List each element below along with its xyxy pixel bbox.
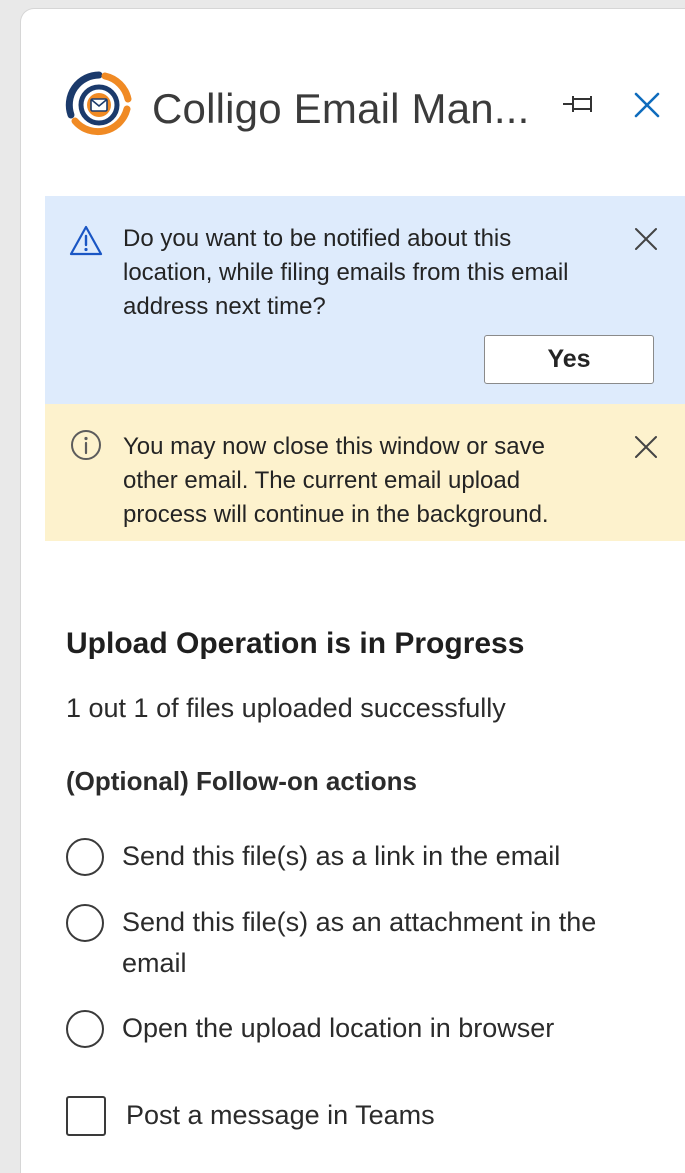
checkbox[interactable] [66, 1096, 106, 1136]
panel-header: Colligo Email Man... [21, 9, 685, 199]
notify-banner-text: Do you want to be notified about this lo… [123, 225, 569, 320]
send-as-link-option[interactable]: Send this file(s) as a link in the email [66, 836, 666, 878]
colligo-logo-icon [65, 71, 132, 136]
yes-button[interactable]: Yes [484, 335, 654, 384]
option-label: Send this file(s) as an attachment in th… [122, 907, 597, 978]
option-label: Send this file(s) as a link in the email [122, 841, 561, 871]
close-icon[interactable] [633, 434, 659, 460]
close-icon[interactable] [633, 226, 659, 252]
warning-icon [69, 225, 103, 256]
upload-heading: Upload Operation is in Progress [66, 627, 525, 660]
send-as-attachment-option[interactable]: Send this file(s) as an attachment in th… [66, 902, 666, 986]
info-banner: You may now close this window or save ot… [45, 404, 685, 541]
upload-status: 1 out 1 of files uploaded successfully [66, 693, 506, 723]
pin-icon[interactable] [561, 92, 597, 116]
radio-button[interactable] [66, 838, 104, 876]
app-title: Colligo Email Man... [152, 85, 530, 132]
radio-button[interactable] [66, 904, 104, 942]
info-icon [71, 430, 101, 460]
option-label: Open the upload location in browser [122, 1013, 555, 1043]
notify-banner: Do you want to be notified about this lo… [45, 196, 685, 404]
add-in-panel: Colligo Email Man... Do you want to be n… [20, 8, 685, 1173]
followon-heading: (Optional) Follow-on actions [66, 766, 417, 796]
close-icon[interactable] [631, 89, 663, 121]
info-banner-text: You may now close this window or save ot… [123, 433, 549, 528]
option-label: Post a message in Teams [126, 1100, 435, 1130]
post-in-teams-option[interactable]: Post a message in Teams [66, 1096, 666, 1138]
radio-button[interactable] [66, 1010, 104, 1048]
open-in-browser-option[interactable]: Open the upload location in browser [66, 1008, 666, 1050]
